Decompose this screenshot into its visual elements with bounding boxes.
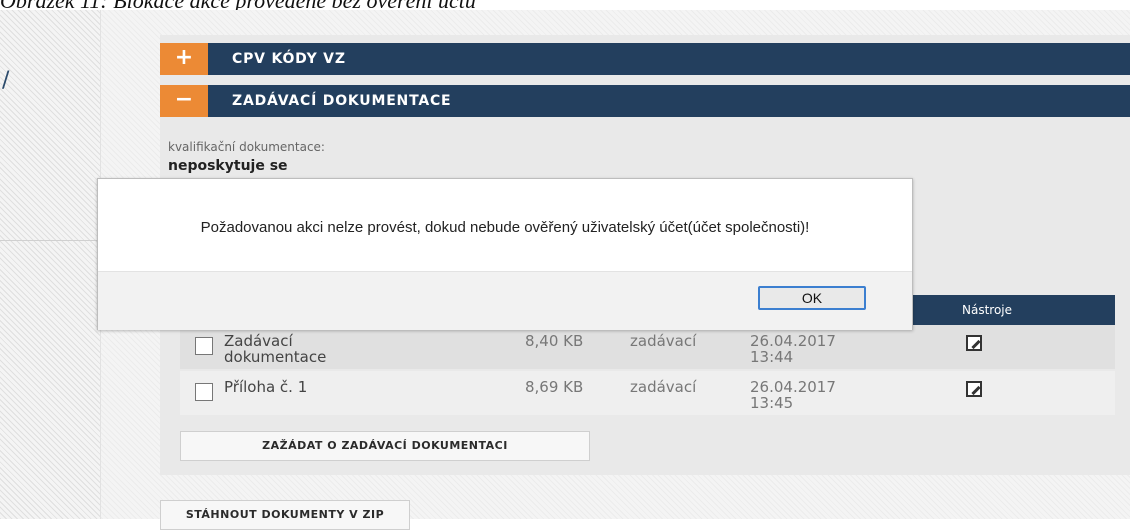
- qualification-value: neposkytuje se: [168, 158, 288, 174]
- document-author: zadávací: [630, 378, 697, 396]
- document-size: 8,69 KB: [525, 378, 584, 396]
- document-author: zadávací: [630, 332, 697, 350]
- left-divider: [0, 240, 100, 241]
- document-size: 8,40 KB: [525, 332, 584, 350]
- request-documentation-button[interactable]: ZAŽÁDAT O ZADÁVACÍ DOKUMENTACI: [180, 431, 590, 461]
- qualification-label: kvalifikační dokumentace:: [168, 140, 325, 154]
- expand-icon[interactable]: +: [160, 43, 208, 75]
- section-tender-documentation[interactable]: − ZADÁVACÍ DOKUMENTACE: [160, 85, 1130, 117]
- section-title: CPV KÓDY VZ: [232, 51, 346, 67]
- alert-dialog: Požadovanou akci nelze provést, dokud ne…: [97, 178, 913, 330]
- document-date: 26.04.2017 13:44: [750, 332, 836, 366]
- document-name[interactable]: Zadávací dokumentace: [224, 333, 384, 365]
- section-cpv-codes[interactable]: + CPV KÓDY VZ: [160, 43, 1130, 75]
- header-tools: Nástroje: [962, 303, 1013, 317]
- section-title: ZADÁVACÍ DOKUMENTACE: [232, 93, 452, 109]
- left-mark: /: [2, 68, 10, 93]
- dialog-message: Požadovanou akci nelze provést, dokud ne…: [200, 219, 810, 236]
- edit-icon[interactable]: [966, 381, 982, 397]
- left-column: /: [0, 10, 101, 519]
- ok-button[interactable]: OK: [758, 286, 866, 310]
- document-date: 26.04.2017 13:45: [750, 378, 836, 412]
- collapse-icon[interactable]: −: [160, 85, 208, 117]
- row-checkbox[interactable]: [195, 383, 213, 401]
- table-row: Příloha č. 1 8,69 KB zadávací 26.04.2017…: [180, 371, 1115, 415]
- download-zip-button[interactable]: STÁHNOUT DOKUMENTY V ZIP: [160, 500, 410, 530]
- edit-icon[interactable]: [966, 335, 982, 351]
- table-row: Zadávací dokumentace 8,40 KB zadávací 26…: [180, 325, 1115, 369]
- row-checkbox[interactable]: [195, 337, 213, 355]
- document-name[interactable]: Příloha č. 1: [224, 379, 384, 395]
